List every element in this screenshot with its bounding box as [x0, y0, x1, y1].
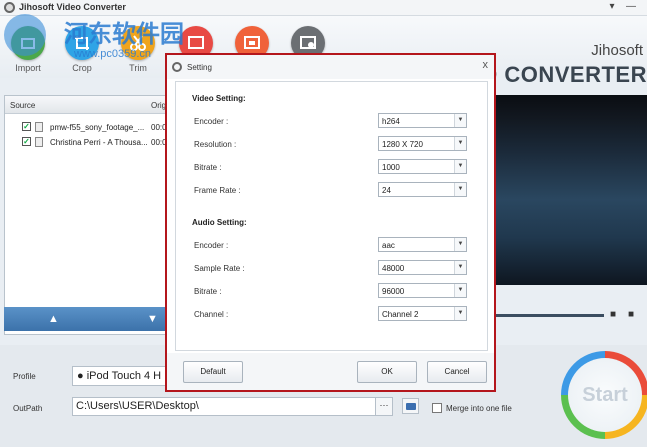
audio-bitrate-select[interactable]: 96000 ▼ — [378, 283, 467, 298]
audio-setting-heading: Audio Setting: — [192, 218, 247, 227]
crop-label: Crop — [72, 63, 92, 73]
merge-label: Merge into one file — [446, 404, 512, 413]
channel-select[interactable]: Channel 2 ▼ — [378, 306, 467, 321]
video-bitrate-label: Bitrate : — [194, 163, 222, 172]
file-checkbox[interactable]: ✓ — [22, 122, 31, 131]
chevron-down-icon: ▼ — [454, 160, 466, 173]
brand-name: Jihosoft — [591, 42, 643, 59]
resolution-label: Resolution : — [194, 140, 237, 149]
app-icon — [4, 2, 15, 13]
move-down-icon[interactable]: ▼ — [147, 313, 158, 325]
audio-encoder-select[interactable]: aac ▼ — [378, 237, 467, 252]
video-bitrate-select[interactable]: 1000 ▼ — [378, 159, 467, 174]
audio-encoder-value: aac — [382, 241, 395, 250]
folder-icon — [406, 403, 416, 410]
source-list-header: Source Origi — [5, 96, 171, 114]
list-controls: ▲ ▼ — [4, 307, 188, 331]
video-encoder-label: Encoder : — [194, 117, 229, 126]
frame-rate-label: Frame Rate : — [194, 186, 241, 195]
folder-icon[interactable]: ■ — [628, 309, 640, 320]
video-encoder-value: h264 — [382, 117, 400, 126]
file-icon — [35, 137, 43, 147]
channel-label: Channel : — [194, 310, 229, 319]
window-title: Jihosoft Video Converter — [19, 2, 126, 12]
file-name: pmw-f55_sony_footage_... — [50, 123, 145, 132]
resolution-value: 1280 X 720 — [382, 140, 423, 149]
file-name: Christina Perri - A Thousa... — [50, 138, 148, 147]
chevron-down-icon: ▼ — [454, 284, 466, 297]
minimize-button[interactable]: — — [624, 0, 638, 14]
open-folder-button[interactable] — [402, 398, 419, 414]
app-icon — [172, 62, 182, 72]
chevron-down-icon: ▼ — [454, 261, 466, 274]
audio-bitrate-label: Bitrate : — [194, 287, 222, 296]
watermark-text: 河东软件园 — [64, 20, 184, 48]
setting-dialog: Setting x Video Setting: Encoder : h264 ▼… — [165, 53, 496, 392]
frame-rate-select[interactable]: 24 ▼ — [378, 182, 467, 197]
sample-rate-select[interactable]: 48000 ▼ — [378, 260, 467, 275]
chevron-down-icon: ▼ — [454, 307, 466, 320]
chevron-down-icon: ▼ — [454, 114, 466, 127]
chevron-down-icon: ▼ — [454, 137, 466, 150]
dialog-body: Video Setting: Encoder : h264 ▼ Resolutio… — [175, 81, 488, 351]
sample-rate-label: Sample Rate : — [194, 264, 245, 273]
start-button[interactable]: Start — [561, 351, 647, 439]
outpath-label: OutPath — [13, 404, 43, 413]
trim-label: Trim — [129, 63, 147, 73]
player-controls: ■ ■ — [490, 305, 647, 325]
default-button[interactable]: Default — [183, 361, 243, 383]
start-label: Start — [568, 358, 642, 432]
chevron-down-icon: ▼ — [454, 183, 466, 196]
file-row[interactable]: ✓ Christina Perri - A Thousa... 00:0 — [5, 135, 171, 149]
merge-checkbox[interactable] — [432, 403, 442, 413]
close-icon[interactable]: x — [483, 59, 489, 71]
cancel-button[interactable]: Cancel — [427, 361, 487, 383]
channel-value: Channel 2 — [382, 310, 419, 319]
camera-icon[interactable]: ■ — [610, 309, 622, 320]
file-row[interactable]: ✓ pmw-f55_sony_footage_... 00:0 — [5, 120, 171, 134]
move-up-icon[interactable]: ▲ — [48, 313, 59, 325]
audio-encoder-label: Encoder : — [194, 241, 229, 250]
dialog-title: Setting — [187, 63, 212, 72]
video-preview — [490, 95, 647, 285]
outpath-input[interactable]: C:\Users\USER\Desktop\ — [72, 397, 376, 416]
profile-value: iPod Touch 4 H — [86, 370, 162, 382]
file-checkbox[interactable]: ✓ — [22, 137, 31, 146]
browse-button[interactable]: ··· — [375, 397, 393, 416]
audio-bitrate-value: 96000 — [382, 287, 405, 296]
ok-button[interactable]: OK — [357, 361, 417, 383]
seek-bar[interactable] — [494, 314, 604, 317]
menu-dropdown-button[interactable]: ▾ — [605, 0, 619, 14]
column-source[interactable]: Source — [10, 101, 35, 110]
watermark-logo-icon — [4, 14, 46, 56]
profile-select[interactable]: ● iPod Touch 4 H — [72, 366, 172, 386]
video-setting-heading: Video Setting: — [192, 94, 246, 103]
import-label: Import — [15, 63, 41, 73]
apple-icon: ● — [77, 370, 84, 382]
sample-rate-value: 48000 — [382, 264, 405, 273]
resolution-select[interactable]: 1280 X 720 ▼ — [378, 136, 467, 151]
watermark-url: www.pc0359.cn — [74, 48, 152, 60]
file-icon — [35, 122, 43, 132]
video-encoder-select[interactable]: h264 ▼ — [378, 113, 467, 128]
frame-rate-value: 24 — [382, 186, 391, 195]
chevron-down-icon: ▼ — [454, 238, 466, 251]
profile-label: Profile — [13, 372, 36, 381]
source-list: Source Origi ✓ pmw-f55_sony_footage_... … — [4, 95, 172, 335]
dialog-header: Setting x — [167, 55, 494, 79]
video-bitrate-value: 1000 — [382, 163, 400, 172]
